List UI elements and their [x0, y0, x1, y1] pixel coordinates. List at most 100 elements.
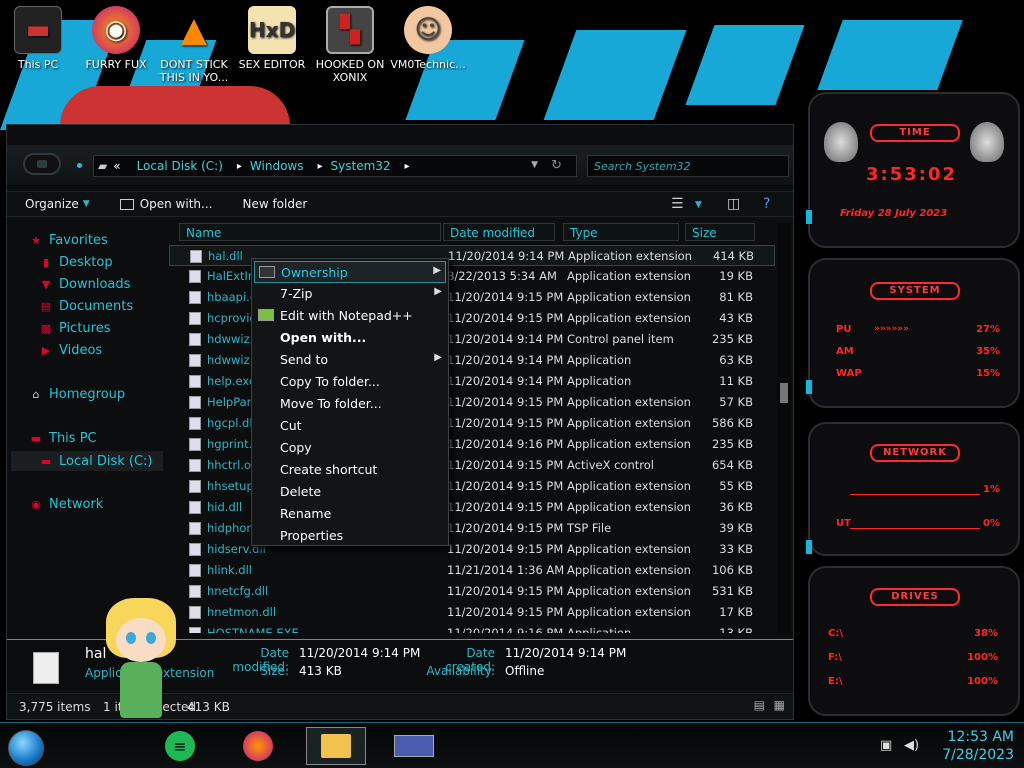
- drive-f-value: 100%: [967, 652, 998, 663]
- breadcrumb-separator-icon[interactable]: ▸: [405, 161, 410, 172]
- file-date: 11/20/2014 9:16 PM: [447, 626, 564, 633]
- table-row[interactable]: hlink.dll 11/21/2014 1:36 AM Application e…: [169, 560, 775, 581]
- table-row[interactable]: hnetmon.dll 11/20/2014 9:15 PM Application…: [169, 602, 775, 623]
- file-size: 36 KB: [719, 500, 753, 514]
- desktop-icon-vm0technic[interactable]: ☺ VM0Technic...: [390, 6, 466, 71]
- dll-file-icon: [33, 652, 59, 684]
- notepad-plus-icon: [258, 309, 274, 321]
- context-menu-item[interactable]: Send to ▶: [254, 349, 446, 371]
- sidebar-item-downloads[interactable]: ▼ Downloads: [39, 277, 131, 292]
- desktop-icon-vlc[interactable]: ▲ DONT STICK THIS IN YO...: [156, 6, 232, 85]
- taskbar-spotify-button[interactable]: ≡: [150, 727, 210, 765]
- context-menu-item[interactable]: Edit with Notepad++: [254, 305, 446, 327]
- search-input[interactable]: Search System32: [587, 155, 789, 177]
- cpu-label: PU: [836, 324, 852, 335]
- context-menu-item[interactable]: Properties: [254, 525, 446, 547]
- sidebar-item-homegroup[interactable]: ⌂ Homegroup: [29, 387, 126, 402]
- column-header-name[interactable]: Name: [179, 223, 441, 241]
- network-out-label: UT: [836, 518, 851, 529]
- context-menu-item[interactable]: Copy: [254, 437, 446, 459]
- address-bar[interactable]: ▰ « Local Disk (C:) ▸ Windows ▸ System32…: [93, 155, 577, 177]
- taskbar-app-button[interactable]: [384, 727, 444, 765]
- cartoon-character-decoration: [98, 598, 188, 720]
- videos-icon: ▶: [41, 344, 51, 357]
- table-row[interactable]: HOSTNAME.EXE 11/20/2014 9:16 PM Applicatio…: [169, 623, 775, 633]
- help-icon[interactable]: ?: [763, 196, 770, 212]
- sidebar-item-this-pc[interactable]: ▬ This PC: [29, 431, 97, 446]
- wallpaper-graphic: [685, 25, 805, 105]
- context-menu-item[interactable]: Cut: [254, 415, 446, 437]
- context-menu-item[interactable]: Open with...: [254, 327, 446, 349]
- context-menu-item[interactable]: Delete: [254, 481, 446, 503]
- vertical-scrollbar[interactable]: [777, 223, 791, 633]
- open-with-button[interactable]: Open with...: [119, 197, 212, 211]
- scrollbar-thumb[interactable]: [780, 383, 788, 403]
- drives-gadget[interactable]: DRIVES C:\ 38% F:\ 100% E:\ 100%: [808, 566, 1020, 716]
- address-dropdown-icon[interactable]: ▼: [531, 160, 538, 170]
- breadcrumb-windows[interactable]: Windows: [250, 159, 304, 173]
- refresh-icon[interactable]: ↻: [551, 158, 562, 173]
- preview-pane-icon[interactable]: ◫: [727, 196, 740, 212]
- sidebar-item-pictures[interactable]: ▩ Pictures: [39, 321, 111, 336]
- sidebar-item-network[interactable]: ◉ Network: [29, 497, 103, 512]
- system-gadget[interactable]: SYSTEM PU »»»»»» 27% AM 35% WAP 15%: [808, 258, 1020, 408]
- start-button[interactable]: [8, 730, 44, 766]
- file-size: 235 KB: [711, 332, 753, 346]
- details-date-modified: 11/20/2014 9:14 PM: [299, 646, 421, 660]
- table-row[interactable]: hnetcfg.dll 11/20/2014 9:15 PM Application…: [169, 581, 775, 602]
- context-menu-item[interactable]: 7-Zip ▶: [254, 283, 446, 305]
- breadcrumb-separator-icon[interactable]: ▸: [317, 161, 322, 172]
- file-size: 414 KB: [712, 249, 754, 263]
- column-header-type[interactable]: Type: [563, 223, 679, 241]
- breadcrumb-system32[interactable]: System32: [331, 159, 391, 173]
- breadcrumb-separator-icon[interactable]: ▸: [237, 161, 242, 172]
- sidebar-item-local-disk[interactable]: ▬ Local Disk (C:): [11, 451, 163, 471]
- app-window-icon: [394, 735, 434, 757]
- sidebar-item-videos[interactable]: ▶ Videos: [39, 343, 102, 358]
- file-date: 11/20/2014 9:14 PM: [447, 353, 564, 367]
- organize-button[interactable]: Organize ▼: [25, 197, 90, 211]
- context-menu-item[interactable]: Ownership ▶: [254, 261, 446, 283]
- file-size: 33 KB: [719, 542, 753, 556]
- desktop-icon-this-pc[interactable]: ▬ This PC: [0, 6, 76, 71]
- taskbar-explorer-button[interactable]: [306, 727, 366, 765]
- file-date: 11/20/2014 9:14 PM: [447, 332, 564, 346]
- column-header-size[interactable]: Size: [685, 223, 755, 241]
- context-menu-item[interactable]: Move To folder...: [254, 393, 446, 415]
- context-menu-item[interactable]: Copy To folder...: [254, 371, 446, 393]
- large-icons-view-icon[interactable]: ▦: [774, 698, 785, 712]
- desktop-icon-sex-editor[interactable]: HxD SEX EDITOR: [234, 6, 310, 71]
- breadcrumb-local-disk[interactable]: Local Disk (C:): [137, 159, 223, 173]
- folder-icon: [321, 734, 351, 758]
- alien-head-icon: [970, 122, 1004, 162]
- view-dropdown-icon[interactable]: ▼: [695, 200, 702, 210]
- network-in-value: 1%: [983, 484, 1000, 495]
- download-icon: ▼: [41, 278, 51, 291]
- column-header-date-modified[interactable]: Date modified: [443, 223, 555, 241]
- view-options-icon[interactable]: ☰: [671, 196, 684, 212]
- gadget-panel: TIME 3:53:02 Friday 28 July 2023 SYSTEM …: [808, 92, 1020, 724]
- taskbar-clock[interactable]: 12:53 AM 7/28/2023: [942, 728, 1014, 764]
- sidebar-item-favorites[interactable]: ★ Favorites: [29, 233, 108, 248]
- sidebar-item-documents[interactable]: ▤ Documents: [39, 299, 133, 314]
- submenu-arrow-icon: ▶: [434, 286, 442, 297]
- desktop-icon-furry-fux[interactable]: ◉ FURRY FUX: [78, 6, 154, 71]
- file-type: Application extension: [567, 479, 691, 493]
- network-gadget[interactable]: NETWORK 1% UT 0%: [808, 422, 1020, 556]
- context-menu-item[interactable]: Create shortcut: [254, 459, 446, 481]
- file-type: Application extension: [567, 500, 691, 514]
- file-icon: [189, 564, 201, 577]
- time-gadget[interactable]: TIME 3:53:02 Friday 28 July 2023: [808, 92, 1020, 248]
- address-root-chevron[interactable]: «: [113, 159, 120, 173]
- taskbar-firefox-button[interactable]: [228, 727, 288, 765]
- context-menu-item[interactable]: Rename: [254, 503, 446, 525]
- computer-icon: ▬: [30, 432, 42, 445]
- desktop-icon-xonix[interactable]: ▚ HOOKED ON XONIX: [312, 6, 388, 84]
- new-folder-button[interactable]: New folder: [242, 197, 307, 211]
- sidebar-item-desktop[interactable]: ▮ Desktop: [39, 255, 113, 270]
- context-menu-label: Send to: [280, 352, 329, 367]
- back-button[interactable]: [23, 153, 61, 175]
- volume-icon[interactable]: ◀): [904, 738, 919, 753]
- details-view-icon[interactable]: ▤: [754, 698, 765, 712]
- network-tray-icon[interactable]: ▣: [880, 738, 892, 753]
